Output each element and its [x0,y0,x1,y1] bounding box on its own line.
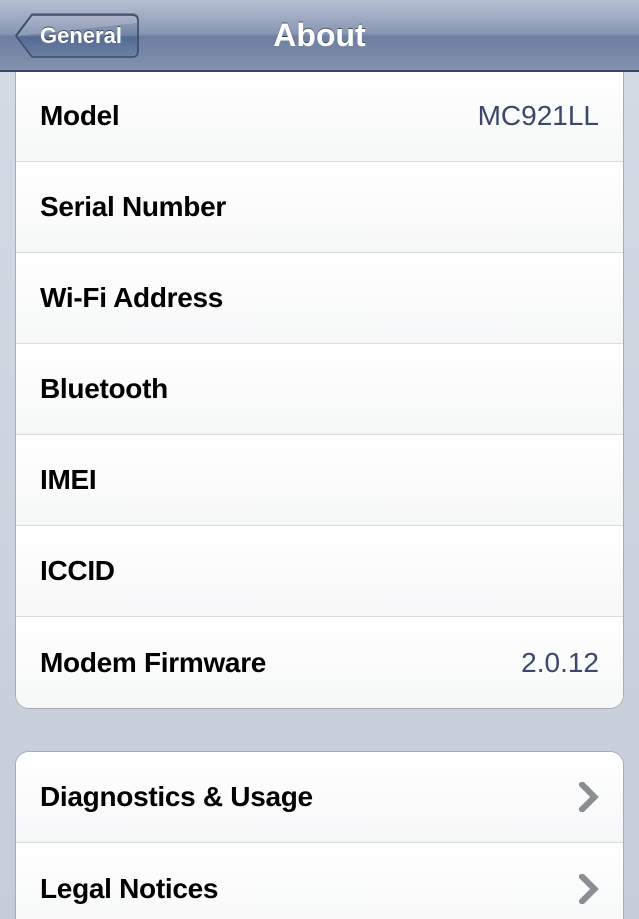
row-serial-number[interactable]: Serial Number [16,162,623,253]
row-modem-firmware[interactable]: Modem Firmware 2.0.12 [16,617,623,708]
row-label: Bluetooth [40,373,168,405]
row-diagnostics-usage[interactable]: Diagnostics & Usage [16,752,623,843]
device-info-group: Model MC921LL Serial Number Wi-Fi Addres… [15,72,624,709]
row-imei[interactable]: IMEI [16,435,623,526]
row-wifi-address[interactable]: Wi-Fi Address [16,253,623,344]
content: Model MC921LL Serial Number Wi-Fi Addres… [0,72,639,919]
row-model[interactable]: Model MC921LL [16,72,623,162]
row-iccid[interactable]: ICCID [16,526,623,617]
row-legal-notices[interactable]: Legal Notices [16,843,623,919]
row-bluetooth[interactable]: Bluetooth [16,344,623,435]
navbar: General About [0,0,639,72]
back-button-label: General [40,23,122,49]
back-button[interactable]: General [14,13,140,59]
row-value: 2.0.12 [521,647,599,679]
chevron-right-icon [579,874,599,904]
chevron-right-icon [579,782,599,812]
row-value: MC921LL [478,100,599,132]
row-label: Legal Notices [40,873,218,905]
page-title: About [273,17,365,54]
row-label: Serial Number [40,191,226,223]
row-label: ICCID [40,555,115,587]
row-label: Diagnostics & Usage [40,781,313,813]
links-group: Diagnostics & Usage Legal Notices [15,751,624,919]
row-label: IMEI [40,464,96,496]
row-label: Model [40,100,119,132]
row-label: Modem Firmware [40,647,266,679]
row-label: Wi-Fi Address [40,282,223,314]
